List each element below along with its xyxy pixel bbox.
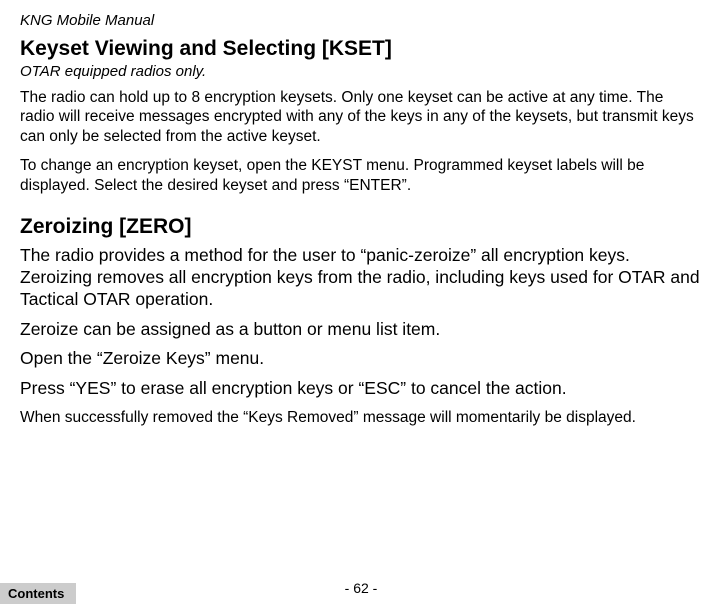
para-zero-2: Zeroize can be assigned as a button or m… xyxy=(20,319,702,341)
page-number: - 62 - xyxy=(345,580,378,596)
contents-button[interactable]: Contents xyxy=(0,583,76,604)
para-kset-1: The radio can hold up to 8 encryption ke… xyxy=(20,88,702,146)
para-kset-2: To change an encryption keyset, open the… xyxy=(20,156,702,195)
footer: - 62 - Contents xyxy=(0,580,722,600)
para-zero-5: When successfully removed the “Keys Remo… xyxy=(20,408,702,427)
section-heading-kset: Keyset Viewing and Selecting [KSET] xyxy=(20,37,702,61)
para-zero-3: Open the “Zeroize Keys” menu. xyxy=(20,348,702,370)
document-header: KNG Mobile Manual xyxy=(20,12,702,29)
para-zero-1: The radio provides a method for the user… xyxy=(20,245,702,311)
section-heading-zero: Zeroizing [ZERO] xyxy=(20,215,702,239)
section-subtitle-kset: OTAR equipped radios only. xyxy=(20,63,702,80)
para-zero-4: Press “YES” to erase all encryption keys… xyxy=(20,378,702,400)
